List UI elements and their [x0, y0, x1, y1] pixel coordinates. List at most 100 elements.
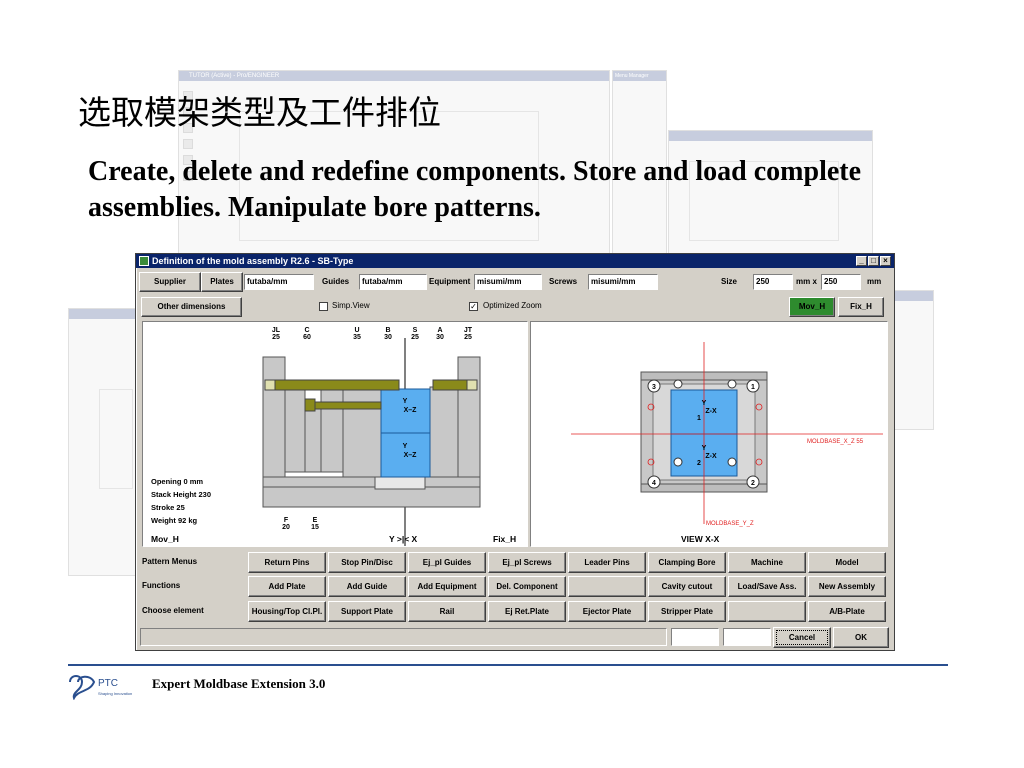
- slide-subtitle: Create, delete and redefine components. …: [88, 156, 862, 223]
- mold-plate: [342, 386, 382, 478]
- dim-value: 30: [384, 334, 392, 341]
- simp-view-label: Simp.View: [332, 301, 370, 310]
- functions-label: Functions: [142, 581, 181, 590]
- other-dimensions-button[interactable]: Other dimensions: [141, 297, 242, 317]
- pin-number: 4: [652, 480, 656, 487]
- axis-label: Y: [702, 445, 707, 452]
- add-equipment-button[interactable]: Add Equipment: [408, 576, 486, 597]
- minimize-icon[interactable]: _: [856, 256, 867, 266]
- background-window-titlebar: [69, 309, 135, 319]
- dim-name: JL: [272, 327, 281, 334]
- optimized-zoom-checkbox[interactable]: ✓: [469, 302, 478, 311]
- size-x-field[interactable]: 250: [753, 274, 793, 290]
- background-window-titlebar: [893, 291, 933, 301]
- empty-function-button[interactable]: [568, 576, 646, 597]
- axis-label: X–Z: [404, 407, 418, 414]
- size-separator: mm x: [796, 277, 817, 286]
- return-pin: [673, 457, 683, 467]
- size-y-field[interactable]: 250: [821, 274, 861, 290]
- machine-button[interactable]: Machine: [728, 552, 806, 573]
- dim-name: F: [284, 517, 289, 524]
- axis-label: X–Z: [404, 452, 418, 459]
- choose-element-label: Choose element: [142, 606, 204, 615]
- cavity-cutout-button[interactable]: Cavity cutout: [648, 576, 726, 597]
- info-opening: Opening 0 mm: [151, 477, 203, 486]
- fix-h-button[interactable]: Fix_H: [838, 297, 884, 317]
- dialog-title: Definition of the mold assembly R2.6 - S…: [152, 256, 354, 266]
- plates-button[interactable]: Plates: [201, 272, 243, 292]
- model-button[interactable]: Model: [808, 552, 886, 573]
- app-icon: [139, 256, 149, 266]
- housing-top-clpl-button[interactable]: Housing/Top Cl.Pl.: [248, 601, 326, 622]
- pin-number: 1: [751, 384, 755, 391]
- rail-end: [304, 398, 316, 412]
- side-view-panel[interactable]: JL 25 C 60 U 35 B 30 S 25 A 30 JT 25 Y X…: [142, 321, 528, 547]
- status-field-2: [723, 628, 771, 646]
- mold-plate: [262, 486, 481, 508]
- screws-field[interactable]: misumi/mm: [588, 274, 658, 290]
- dialog-titlebar[interactable]: Definition of the mold assembly R2.6 - S…: [136, 254, 894, 268]
- new-assembly-button[interactable]: New Assembly: [808, 576, 886, 597]
- equipment-field[interactable]: misumi/mm: [474, 274, 542, 290]
- cavity-number: 1: [697, 415, 701, 422]
- dim-value: 25: [464, 334, 472, 341]
- plates-field[interactable]: futaba/mm: [244, 274, 314, 290]
- maximize-icon[interactable]: □: [868, 256, 879, 266]
- stop-pin-disc-button[interactable]: Stop Pin/Disc: [328, 552, 406, 573]
- dim-value: 15: [311, 524, 319, 531]
- close-icon[interactable]: ×: [880, 256, 891, 266]
- axis-label: Y: [403, 398, 408, 405]
- del-component-button[interactable]: Del. Component: [488, 576, 566, 597]
- mold-assembly-dialog: Definition of the mold assembly R2.6 - S…: [135, 253, 895, 651]
- info-stroke: Stroke 25: [151, 503, 185, 512]
- dim-value: 60: [303, 334, 311, 341]
- ej-pl-screws-button[interactable]: Ej_pl Screws: [488, 552, 566, 573]
- simp-view-checkbox[interactable]: [319, 302, 328, 311]
- clamping-bore-button[interactable]: Clamping Bore: [648, 552, 726, 573]
- background-window-titlebar: TUTOR (Active) - Pro/ENGINEER: [179, 71, 609, 81]
- front-view-drawing: 3 1 4 2 Y Z-X 1 Y Z-X 2 MOLDBASE_X_Z 55 …: [571, 342, 883, 544]
- pin-number: 3: [652, 384, 656, 391]
- return-pins-button[interactable]: Return Pins: [248, 552, 326, 573]
- footer-product-name: Expert Moldbase Extension 3.0: [152, 676, 326, 691]
- support-plate-button[interactable]: Support Plate: [328, 601, 406, 622]
- y-x-label: Y >|< X: [389, 534, 418, 544]
- ptc-logo-tagline: Shaping Innovation: [98, 691, 132, 696]
- add-guide-button[interactable]: Add Guide: [328, 576, 406, 597]
- status-bar: [140, 628, 667, 646]
- dim-name: B: [385, 327, 390, 334]
- ab-plate-button[interactable]: A/B-Plate: [808, 601, 886, 622]
- axis-label: Y: [403, 443, 408, 450]
- dim-value: 25: [272, 334, 280, 341]
- guides-label: Guides: [322, 277, 350, 286]
- ej-ret-plate-button[interactable]: Ej Ret.Plate: [488, 601, 566, 622]
- pattern-menus-label: Pattern Menus: [142, 557, 198, 566]
- ej-pl-guides-button[interactable]: Ej_pl Guides: [408, 552, 486, 573]
- return-pin: [727, 457, 737, 467]
- background-toolbar-icon: [183, 139, 193, 149]
- mold-plate: [374, 476, 426, 490]
- dim-name: C: [304, 327, 309, 334]
- empty-element-button[interactable]: [728, 601, 806, 622]
- background-window-left: [68, 308, 136, 576]
- supplier-button[interactable]: Supplier: [139, 272, 201, 292]
- rail-button[interactable]: Rail: [408, 601, 486, 622]
- stripper-plate-button[interactable]: Stripper Plate: [648, 601, 726, 622]
- ptc-swoosh-icon: [69, 675, 96, 700]
- pin-number: 2: [751, 480, 755, 487]
- ok-button[interactable]: OK: [833, 627, 889, 648]
- add-plate-button[interactable]: Add Plate: [248, 576, 326, 597]
- optimized-zoom-label: Optimized Zoom: [483, 301, 542, 310]
- dim-name: A: [437, 327, 442, 334]
- load-save-ass-button[interactable]: Load/Save Ass.: [728, 576, 806, 597]
- cancel-button[interactable]: Cancel: [773, 627, 831, 648]
- front-view-panel[interactable]: 3 1 4 2 Y Z-X 1 Y Z-X 2 MOLDBASE_X_Z 55 …: [530, 321, 888, 547]
- background-window-titlebar: [669, 131, 872, 141]
- guides-field[interactable]: futaba/mm: [359, 274, 427, 290]
- leader-pins-button[interactable]: Leader Pins: [568, 552, 646, 573]
- ejector-plate-button[interactable]: Ejector Plate: [568, 601, 646, 622]
- dim-name: U: [354, 327, 359, 334]
- footer-divider: [68, 664, 948, 666]
- mov-h-button[interactable]: Mov_H: [789, 297, 835, 317]
- size-label: Size: [721, 277, 738, 286]
